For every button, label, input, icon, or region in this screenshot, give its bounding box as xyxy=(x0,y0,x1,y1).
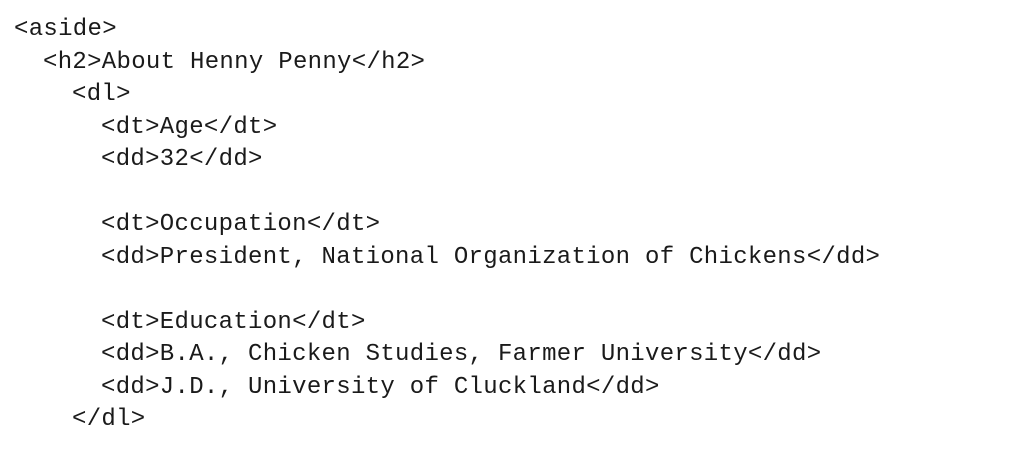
code-line-aside-open: <aside> xyxy=(14,16,117,43)
code-line-dt-occupation: <dt>Occupation</dt> xyxy=(101,211,381,238)
code-line-dl-open: <dl> xyxy=(72,81,131,108)
code-line-dd-education-jd: <dd>J.D., University of Cluckland</dd> xyxy=(101,373,660,401)
code-line-dt-education: <dt>Education</dt> xyxy=(101,308,366,336)
code-line-dd-occupation: <dd>President, National Organization of … xyxy=(101,243,881,271)
code-line-h2: <h2>About Henny Penny</h2> xyxy=(43,48,426,76)
code-line-dl-close: </dl> xyxy=(72,406,146,433)
code-line-dd-education-ba: <dd>B.A., Chicken Studies, Farmer Univer… xyxy=(101,341,822,368)
code-line-blank-1 xyxy=(14,177,880,210)
code-line-dt-age: <dt>Age</dt> xyxy=(101,113,278,141)
code-block: <aside> <h2>About Henny Penny</h2> <dl> … xyxy=(14,14,880,437)
code-line-dd-age: <dd>32</dd> xyxy=(101,146,263,173)
code-line-blank-2 xyxy=(14,274,880,307)
